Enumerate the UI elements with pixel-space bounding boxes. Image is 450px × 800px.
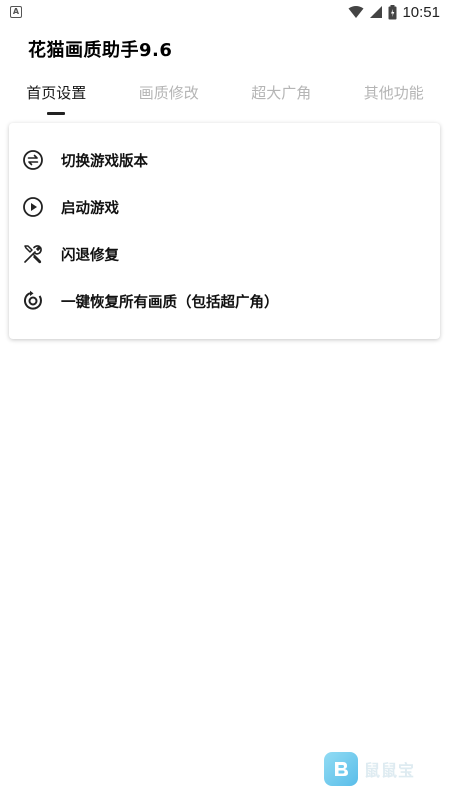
tab-other-functions[interactable]: 其他功能 [338,80,450,116]
home-menu-card: 切换游戏版本 启动游戏 闪退修复 一键恢复所有画质（包括超广角） [9,123,440,339]
restore-all-quality-item[interactable]: 一键恢复所有画质（包括超广角） [9,281,440,321]
watermark: 鼠鼠宝 [324,752,415,786]
cell-signal-icon [370,6,383,18]
switch-game-version-item[interactable]: 切换游戏版本 [9,140,440,180]
start-game-item[interactable]: 启动游戏 [9,187,440,227]
tab-wide-angle[interactable]: 超大广角 [225,80,338,116]
page-title: 花猫画质助手9.6 [28,40,173,61]
wifi-icon [348,6,364,18]
watermark-text: 鼠鼠宝 [364,761,416,780]
start-game-label: 启动游戏 [61,200,119,217]
battery-icon [388,4,397,19]
watermark-logo-icon [324,752,358,786]
switch-game-version-label: 切换游戏版本 [61,153,148,170]
status-icons: 10:51 [348,2,440,22]
tab-bar: 首页设置 画质修改 超大广角 其他功能 [0,80,450,116]
tab-home-settings[interactable]: 首页设置 [0,80,113,116]
status-bar: A 10:51 [0,0,450,24]
clock-time: 10:51 [402,3,440,21]
tools-icon [21,242,45,266]
restore-icon [21,289,45,313]
crash-repair-label: 闪退修复 [61,247,119,264]
app-notification-icon: A [10,6,22,18]
crash-repair-item[interactable]: 闪退修复 [9,234,440,274]
tab-quality-modify[interactable]: 画质修改 [113,80,226,116]
play-icon [21,195,45,219]
restore-all-quality-label: 一键恢复所有画质（包括超广角） [61,294,279,311]
active-tab-indicator [47,112,65,115]
swap-icon [21,148,45,172]
